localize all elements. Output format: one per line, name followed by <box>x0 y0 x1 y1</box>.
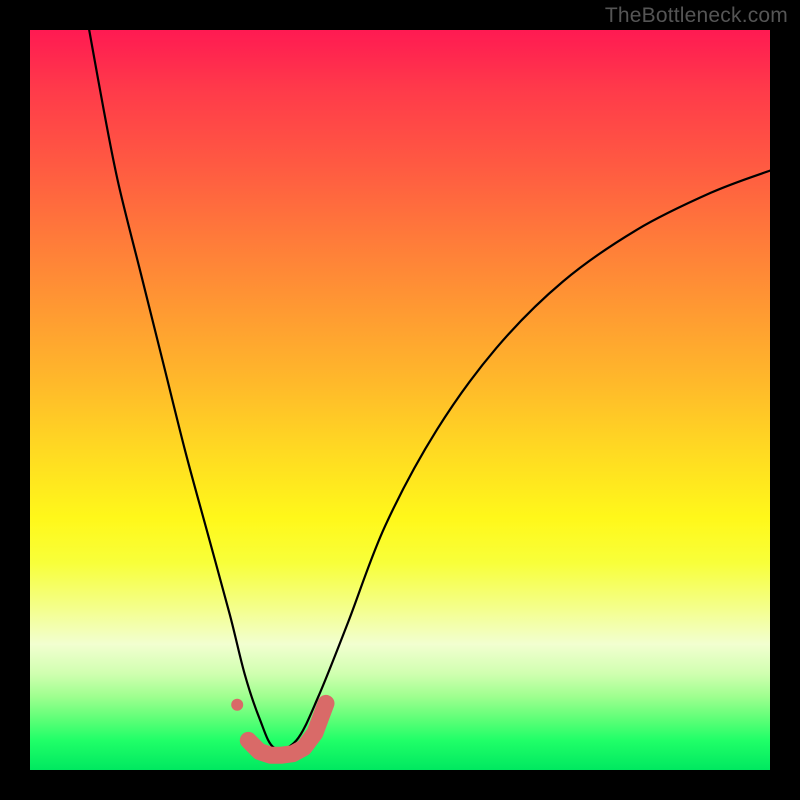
bottleneck-curve <box>89 30 770 749</box>
plot-area <box>30 30 770 770</box>
chart-frame: TheBottleneck.com <box>0 0 800 800</box>
chart-svg <box>30 30 770 770</box>
bottleneck-curve-path <box>89 30 770 749</box>
watermark-text: TheBottleneck.com <box>605 4 788 28</box>
highlight-trough-stroke <box>248 703 326 755</box>
highlight-points <box>231 699 326 755</box>
highlight-lead-dot <box>231 699 243 711</box>
